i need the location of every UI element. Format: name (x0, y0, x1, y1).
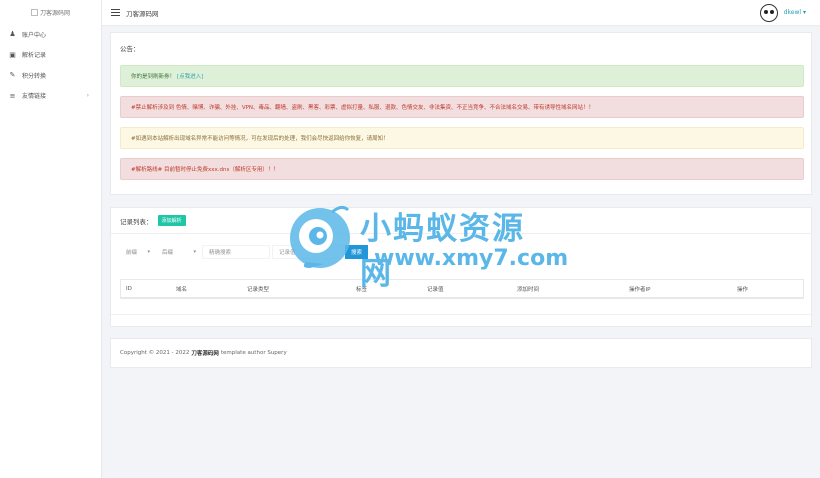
sidebar-item-label: 友情链接 (22, 93, 47, 101)
menu-toggle-icon[interactable] (111, 9, 120, 16)
column-header-label[interactable]: 标签 (351, 285, 422, 293)
record-value-input[interactable]: 记录值 (272, 245, 344, 259)
sidebar-item-label: 解析记录 (22, 52, 47, 60)
exact-search-placeholder: 精确搜索 (209, 250, 232, 256)
footer: Copyright © 2021 - 2022 刀客源码网 template a… (110, 338, 812, 368)
notice-heading: 公告： (120, 45, 140, 53)
top-navbar: 刀客源码网 dkewl ▾ (102, 0, 820, 26)
success-alert-text: 你的是到刷新券！ (131, 74, 176, 80)
table-header-row: ID 域名 记录类型 标签 记录值 添加时间 操作者IP 操作 (121, 280, 803, 298)
column-header-record-type[interactable]: 记录类型 (242, 285, 351, 293)
list-icon: ≡ (9, 91, 16, 100)
chevron-down-icon: ▾ (193, 249, 196, 255)
username-dropdown[interactable]: dkewl ▾ (784, 9, 806, 16)
records-title: 记录列表： (120, 217, 153, 226)
success-alert: 你的是到刷新券！ [点我进入] (120, 65, 804, 87)
search-button[interactable]: 搜索 (345, 245, 369, 259)
chevron-down-icon: ▾ (147, 249, 150, 255)
records-card: 记录列表： 添加解析 前缀 ▾ 后缀 ▾ 精确搜索 记录值 搜索 ID 域名 记… (110, 207, 812, 327)
record-icon: ▣ (9, 50, 16, 59)
column-header-actions[interactable]: 操作 (732, 285, 792, 293)
sidebar-item-label: 账户中心 (22, 31, 47, 39)
prohibited-content-alert: #禁止解析涉及到 色情、赌博、诈骗、外挂、VPN、毒品、翻墙、盗刷、黑客、彩票、… (120, 96, 804, 118)
add-record-button[interactable]: 添加解析 (157, 215, 186, 226)
page-title: 刀客源码网 (126, 9, 159, 18)
suffix-select[interactable]: 后缀 ▾ (156, 245, 200, 259)
column-header-added-time[interactable]: 添加时间 (512, 285, 624, 293)
enter-link[interactable]: [点我进入] (177, 72, 203, 80)
pencil-icon: ✎ (9, 71, 16, 80)
prefix-select-value: 前缀 (126, 250, 138, 256)
suffix-select-value: 后缀 (162, 250, 174, 256)
exact-search-input[interactable]: 精确搜索 (202, 245, 270, 259)
avatar[interactable] (759, 3, 778, 22)
route-alert-text: #解析路线# 目前暂时停止免费xxx.dns（解析区专用）！！ (131, 167, 279, 173)
sidebar-item-friend-links[interactable]: ≡ 友情链接 › (0, 86, 101, 107)
records-header: 记录列表： 添加解析 (111, 208, 811, 234)
notice-card: 公告： 你的是到刷新券！ [点我进入] #禁止解析涉及到 色情、赌博、诈骗、外挂… (110, 32, 812, 195)
user-icon: ♟ (9, 30, 16, 39)
warning-alert-text: #如遇到本站解析出现域名异常不能访问等情况，可在发现后的处理，我们会尽快返回给你… (131, 136, 389, 142)
pagination-bar (111, 314, 811, 326)
sidebar-item-label: 积分转换 (22, 72, 47, 80)
prohibited-content-text: #禁止解析涉及到 色情、赌博、诈骗、外挂、VPN、毒品、翻墙、盗刷、黑客、彩票、… (131, 105, 595, 111)
sidebar-item-points-conversion[interactable]: ✎ 积分转换 (0, 65, 101, 86)
sidebar-item-account-center[interactable]: ♟ 账户中心 (0, 24, 101, 45)
site-logo[interactable]: 刀客源码网 (0, 0, 101, 24)
footer-brand: 刀客源码网 (191, 351, 219, 357)
broken-image-icon (30, 8, 38, 16)
column-header-operator-ip[interactable]: 操作者IP (624, 285, 732, 293)
column-header-record-value[interactable]: 记录值 (422, 285, 512, 293)
filter-bar: 前缀 ▾ 后缀 ▾ 精确搜索 记录值 搜索 (120, 244, 369, 260)
site-logo-alt-text: 刀客源码网 (39, 9, 70, 17)
username-label: dkewl (783, 9, 802, 16)
chevron-right-icon: › (86, 92, 89, 100)
route-alert: #解析路线# 目前暂时停止免费xxx.dns（解析区专用）！！ (120, 158, 804, 180)
warning-alert: #如遇到本站解析出现域名异常不能访问等情况，可在发现后的处理，我们会尽快返回给你… (120, 127, 804, 149)
record-value-placeholder: 记录值 (279, 250, 296, 256)
template-author-text: template author Supery (220, 350, 287, 356)
column-header-id[interactable]: ID (121, 286, 171, 292)
copyright-text: Copyright © 2021 - 2022 (120, 350, 190, 356)
prefix-select[interactable]: 前缀 ▾ (120, 245, 154, 259)
sidebar: 刀客源码网 ♟ 账户中心 ▣ 解析记录 ✎ 积分转换 ≡ 友情链接 › (0, 0, 102, 478)
sidebar-item-resolve-records[interactable]: ▣ 解析记录 (0, 45, 101, 66)
column-header-domain[interactable]: 域名 (171, 285, 242, 293)
records-table: ID 域名 记录类型 标签 记录值 添加时间 操作者IP 操作 (120, 279, 804, 299)
